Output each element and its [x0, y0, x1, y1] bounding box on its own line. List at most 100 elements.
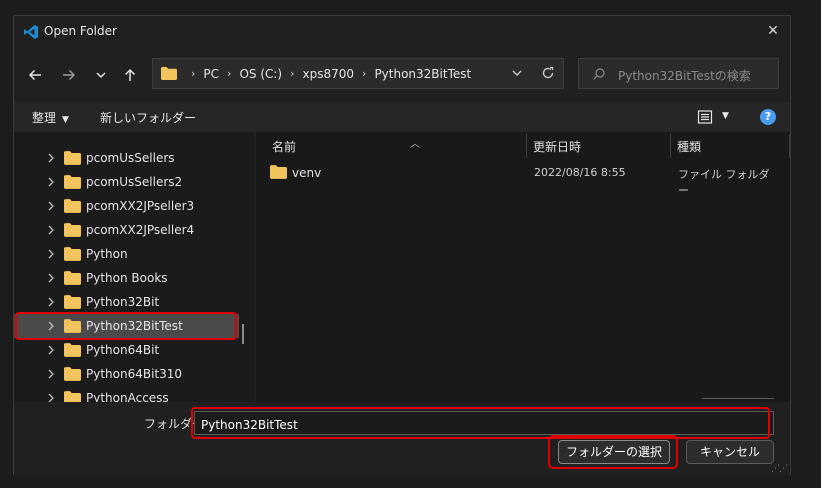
folder-icon — [64, 247, 81, 261]
chevron-right-icon[interactable] — [47, 153, 55, 163]
tree-item-label: Python32BitTest — [86, 319, 183, 333]
chevron-right-icon[interactable] — [47, 321, 55, 331]
column-divider[interactable] — [789, 134, 790, 158]
tree-item-label: Python32Bit — [86, 295, 160, 309]
command-bar: 整理 ▼ 新しいフォルダー ▼ ? — [14, 102, 790, 132]
arrow-up-icon — [124, 68, 136, 81]
column-header-name[interactable]: 名前 ︿ — [272, 138, 420, 166]
chevron-right-icon[interactable] — [47, 249, 55, 259]
chevron-right-icon[interactable] — [47, 201, 55, 211]
column-header-date[interactable]: 更新日時 — [533, 138, 581, 166]
folder-icon — [64, 367, 81, 381]
organize-button[interactable]: 整理 ▼ — [32, 109, 69, 126]
tree-item[interactable]: Python64Bit — [14, 338, 239, 362]
folder-icon — [64, 175, 81, 189]
title-bar: Open Folder ✕ — [14, 16, 790, 48]
refresh-icon[interactable] — [541, 66, 555, 80]
file-type: ファイル フォルダー — [678, 168, 770, 197]
tree-item[interactable]: pcomXX2JPseller3 — [14, 194, 239, 218]
up-button[interactable] — [119, 64, 141, 86]
tree-item[interactable]: Python32BitTest — [14, 314, 239, 338]
scrollbar-track — [702, 398, 774, 399]
tree-item-label: pcomXX2JPseller4 — [86, 223, 195, 237]
folder-icon — [64, 151, 81, 165]
tree-item[interactable]: Python64Bit310 — [14, 362, 239, 386]
window-title: Open Folder — [44, 24, 117, 38]
sort-ascending-icon: ︿ — [410, 139, 420, 150]
folder-icon — [270, 165, 287, 179]
caret-down-icon: ▼ — [62, 115, 69, 125]
forward-button[interactable] — [58, 64, 80, 86]
tree-item[interactable]: PythonAccess — [14, 386, 239, 402]
select-folder-button[interactable]: フォルダーの選択 — [558, 440, 670, 464]
help-button[interactable]: ? — [760, 109, 776, 125]
chevron-right-icon[interactable] — [47, 225, 55, 235]
chevron-right-icon: › — [227, 67, 232, 80]
breadcrumb-pc[interactable]: PC › — [203, 67, 239, 81]
column-divider[interactable] — [526, 134, 527, 158]
breadcrumb-python32bittest[interactable]: Python32BitTest — [374, 67, 471, 81]
chevron-right-icon: › — [362, 67, 367, 80]
folder-icon — [64, 223, 81, 237]
file-date: 2022/08/16 8:55 — [534, 166, 626, 179]
chevron-right-icon[interactable] — [47, 393, 55, 402]
close-button[interactable]: ✕ — [762, 20, 784, 42]
breadcrumb-separator[interactable]: › — [183, 67, 203, 80]
view-options-icon[interactable] — [697, 109, 713, 125]
breadcrumb-xps8700[interactable]: xps8700 › — [303, 67, 375, 81]
arrow-left-icon — [28, 69, 41, 81]
tree-item[interactable]: Python32Bit — [14, 290, 239, 314]
dialog-footer: フォルダー: フォルダーの選択 キャンセル ⋰⋰ — [14, 402, 790, 476]
column-header-type[interactable]: 種類 — [677, 138, 701, 166]
arrow-right-icon — [63, 69, 76, 81]
tree-item-label: Python64Bit — [86, 343, 160, 357]
chevron-right-icon[interactable] — [47, 177, 55, 187]
search-box[interactable]: Python32BitTestの検索 — [578, 58, 779, 89]
vscode-icon — [24, 25, 38, 39]
tree-item[interactable]: pcomUsSellers2 — [14, 170, 239, 194]
chevron-down-icon — [96, 72, 106, 79]
close-icon: ✕ — [767, 23, 779, 39]
tree-item-label: Python64Bit310 — [86, 367, 183, 381]
new-folder-button[interactable]: 新しいフォルダー — [100, 109, 196, 126]
tree-item-label: pcomUsSellers — [86, 151, 175, 165]
folder-icon — [64, 295, 81, 309]
breadcrumb-os-c[interactable]: OS (C:) › — [239, 67, 302, 81]
folder-icon — [161, 67, 177, 80]
tree-scrollbar[interactable] — [242, 324, 244, 344]
tree-item-label: pcomXX2JPseller3 — [86, 199, 195, 213]
chevron-right-icon[interactable] — [47, 369, 55, 379]
view-caret-icon[interactable]: ▼ — [722, 111, 729, 121]
cancel-button[interactable]: キャンセル — [686, 440, 774, 464]
address-dropdown-icon[interactable] — [511, 67, 523, 79]
search-placeholder: Python32BitTestの検索 — [618, 69, 751, 83]
navigation-tree: pcomUsSellers pcomUsSellers2 pcomXX2JPsell… — [14, 132, 254, 402]
back-button[interactable] — [24, 64, 46, 86]
chevron-right-icon: › — [290, 67, 295, 80]
recent-locations-button[interactable] — [90, 64, 112, 86]
tree-item[interactable]: Python — [14, 242, 239, 266]
tree-item-label: PythonAccess — [86, 391, 169, 402]
tree-item[interactable]: Python Books — [14, 266, 239, 290]
chevron-right-icon: › — [191, 67, 196, 80]
file-row-venv[interactable]: venv 2022/08/16 8:55 ファイル フォルダー — [270, 164, 780, 197]
file-list: 名前 ︿ 更新日時 種類 venv 2022/08/16 8:55 ファイル フォ… — [256, 132, 790, 410]
folder-icon — [64, 199, 81, 213]
search-icon — [593, 68, 605, 80]
tree-item[interactable]: pcomXX2JPseller4 — [14, 218, 239, 242]
chevron-right-icon[interactable] — [47, 297, 55, 307]
resize-grip-icon[interactable]: ⋰⋰ — [771, 465, 788, 474]
file-name: venv — [292, 166, 322, 180]
column-divider[interactable] — [670, 134, 671, 158]
address-bar[interactable]: › PC › OS (C:) › xps8700 › Python32BitTest — [152, 58, 564, 89]
folder-input[interactable] — [194, 411, 774, 435]
folder-icon — [64, 319, 81, 333]
tree-item-label: Python Books — [86, 271, 168, 285]
tree-item-label: Python — [86, 247, 128, 261]
tree-item-label: pcomUsSellers2 — [86, 175, 183, 189]
chevron-right-icon[interactable] — [47, 273, 55, 283]
chevron-right-icon[interactable] — [47, 345, 55, 355]
folder-icon — [64, 391, 81, 402]
folder-icon — [64, 343, 81, 357]
tree-item[interactable]: pcomUsSellers — [14, 146, 239, 170]
